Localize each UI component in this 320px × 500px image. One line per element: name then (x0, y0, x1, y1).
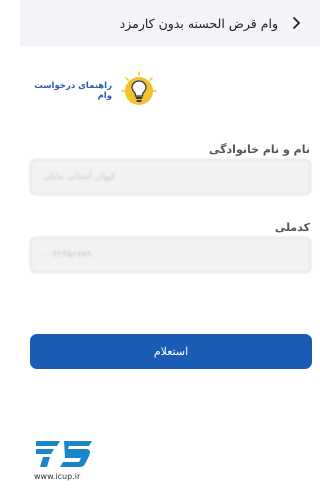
chevron-right-icon (293, 17, 300, 29)
app-header: وام قرض الحسنه بدون کارمزد (20, 0, 320, 46)
inquiry-button[interactable]: استعلام (30, 334, 312, 369)
brand-logo: www.icup.ir (34, 438, 94, 482)
lightbulb-icon (118, 70, 160, 112)
icup-logo-icon (36, 441, 92, 467)
national-id-field[interactable]: ۰۰۳۲۴۵۶۷۸۹ (30, 237, 311, 273)
loan-guide-label: راهنمای درخواست وام (34, 81, 112, 101)
brand-url: www.icup.ir (34, 472, 81, 481)
back-button[interactable] (286, 13, 306, 33)
national-id-label: کدملی (274, 221, 310, 234)
loan-guide-link[interactable]: راهنمای درخواست وام (24, 70, 160, 112)
page-title: وام قرض الحسنه بدون کارمزد (119, 15, 278, 31)
full-name-field[interactable]: کیوان آستانی مایلی (30, 159, 311, 195)
full-name-label: نام و نام خانوادگی (209, 143, 310, 156)
